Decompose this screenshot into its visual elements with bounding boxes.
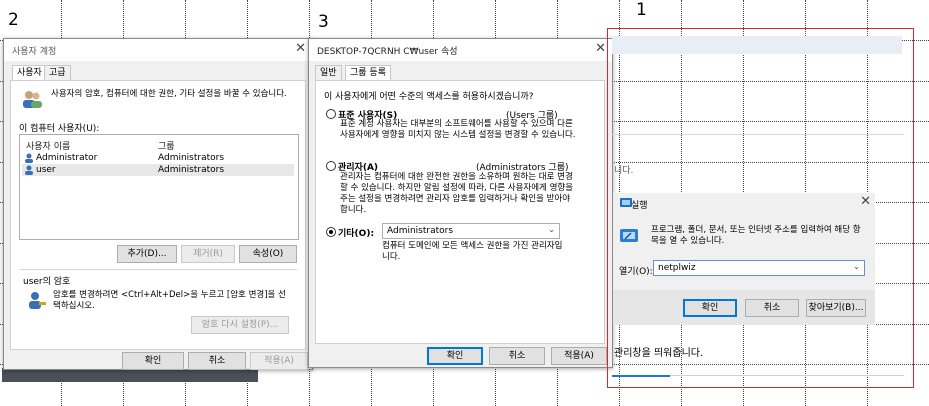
administrator-radio[interactable]: [326, 161, 336, 171]
step-label-3: 3: [318, 12, 329, 32]
access-question: 이 사용자에게 어떤 수준의 액세스를 허용하시겠습니까?: [324, 92, 534, 102]
dialog-title: 사용자 계정: [12, 47, 57, 57]
cancel-button[interactable]: 취소: [745, 299, 799, 317]
password-group: user의 암호 암호를 변경하려면 <Ctrl+Alt+Del>을 누르고 […: [19, 269, 297, 344]
tab-advanced[interactable]: 고급: [44, 65, 71, 80]
step-label-2: 2: [8, 10, 19, 30]
dialog-title: DESKTOP-7QCRNH C₩user 속성: [317, 47, 458, 57]
tab-group-membership[interactable]: 그룹 등록: [345, 65, 391, 80]
column-header-group[interactable]: 그룹: [158, 139, 175, 152]
ok-button[interactable]: 확인: [427, 347, 483, 365]
user-properties-dialog: DESKTOP-7QCRNH C₩user 속성 ✕ 일반 그룹 등록 이 사용…: [308, 38, 613, 368]
properties-button[interactable]: 속성(O): [239, 245, 297, 263]
apply-button[interactable]: 적용(A): [551, 347, 607, 365]
other-group-select[interactable]: Administrators ⌄: [382, 223, 560, 239]
apply-button[interactable]: 적용(A): [250, 352, 308, 370]
run-program-icon: [620, 229, 638, 242]
table-row[interactable]: user Administrators: [22, 164, 294, 176]
blue-accent-line: [612, 375, 670, 377]
reset-password-button[interactable]: 암호 다시 설정(P)...: [191, 316, 289, 334]
user-key-icon: [29, 292, 46, 309]
background-divider: [612, 134, 904, 135]
user-icon: [25, 153, 33, 163]
standard-user-description: 표준 계정 사용자는 대부분의 소프트웨어를 사용할 수 있으며 다른 사용자에…: [340, 119, 576, 140]
run-description: 프로그램, 폴더, 문서, 또는 인터넷 주소를 입력하여 해당 항목을 열 수…: [651, 225, 861, 246]
administrator-description: 관리자는 컴퓨터에 대한 완전한 권한을 소유하며 원하는 대로 변경할 수 있…: [340, 172, 574, 215]
title-bar: 사용자 계정 ✕: [4, 39, 312, 61]
open-input[interactable]: netplwiz ⌄: [653, 260, 865, 276]
tab-users[interactable]: 사용자: [12, 65, 47, 80]
user-group-cell: Administrators: [158, 153, 225, 163]
footer-text: 관리창을 띄워줍니다.: [614, 348, 704, 359]
cancel-button[interactable]: 취소: [489, 347, 545, 365]
title-bar: DESKTOP-7QCRNH C₩user 속성 ✕: [309, 39, 612, 61]
add-user-button[interactable]: 추가(D)...: [117, 245, 177, 263]
gray-line: [670, 375, 904, 376]
users-list-label: 이 컴퓨터 사용자(U):: [19, 124, 100, 134]
selected-group: Administrators: [387, 226, 454, 236]
browse-button[interactable]: 찾아보기(B)...: [806, 299, 866, 317]
other-radio[interactable]: [326, 227, 336, 237]
step-label-1: 1: [636, 0, 647, 20]
user-group-cell: Administrators: [158, 165, 225, 175]
close-icon[interactable]: ✕: [295, 41, 306, 56]
dialog-description: 사용자의 암호, 컴퓨터에 대한 권한, 기타 설정을 바꿀 수 있습니다.: [51, 89, 287, 99]
standard-user-radio[interactable]: [326, 109, 336, 119]
chevron-down-icon: ⌄: [548, 225, 555, 234]
tab-general[interactable]: 일반: [315, 65, 342, 80]
user-accounts-dialog: 사용자 계정 ✕ 사용자 고급 사용자의 암호, 컴퓨터에 대한 권한, 기타 …: [3, 38, 313, 370]
ok-button[interactable]: 확인: [683, 299, 737, 317]
table-row[interactable]: Administrator Administrators: [22, 152, 294, 164]
background-window-strip: [612, 36, 902, 54]
users-tab-panel: 사용자의 암호, 컴퓨터에 대한 권한, 기타 설정을 바꿀 수 있습니다. 이…: [10, 80, 306, 350]
desktop-background: [2, 368, 258, 382]
column-header-name[interactable]: 사용자 이름: [26, 139, 70, 152]
users-icon: [23, 91, 42, 108]
other-description: 컴퓨터 도메인에 모든 액세스 권한을 가진 관리자입니다.: [382, 241, 563, 262]
close-icon[interactable]: ✕: [595, 41, 606, 56]
user-name-cell: user: [36, 165, 56, 175]
open-label: 열기(O):: [619, 267, 653, 277]
other-label[interactable]: 기타(O):: [338, 226, 374, 239]
group-membership-panel: 이 사용자에게 어떤 수준의 액세스를 허용하시겠습니까? 표준 사용자(S) …: [315, 80, 605, 344]
password-section-title: user의 암호: [23, 277, 71, 287]
users-table: 사용자 이름 그룹 Administrator Administrators u…: [19, 134, 299, 240]
password-instructions: 암호를 변경하려면 <Ctrl+Alt+Del>을 누르고 [암호 변경]을 선…: [53, 290, 286, 311]
close-icon[interactable]: ✕: [860, 194, 871, 209]
ok-button[interactable]: 확인: [122, 352, 184, 370]
chevron-down-icon[interactable]: ⌄: [853, 262, 860, 271]
cancel-button[interactable]: 취소: [188, 352, 246, 370]
run-title: 실행: [631, 201, 648, 211]
open-input-value: netplwiz: [658, 263, 696, 273]
remove-user-button[interactable]: 제거(R): [181, 245, 235, 263]
background-partial-text: 니다.: [614, 166, 634, 176]
user-icon: [25, 165, 33, 175]
user-name-cell: Administrator: [36, 153, 98, 163]
